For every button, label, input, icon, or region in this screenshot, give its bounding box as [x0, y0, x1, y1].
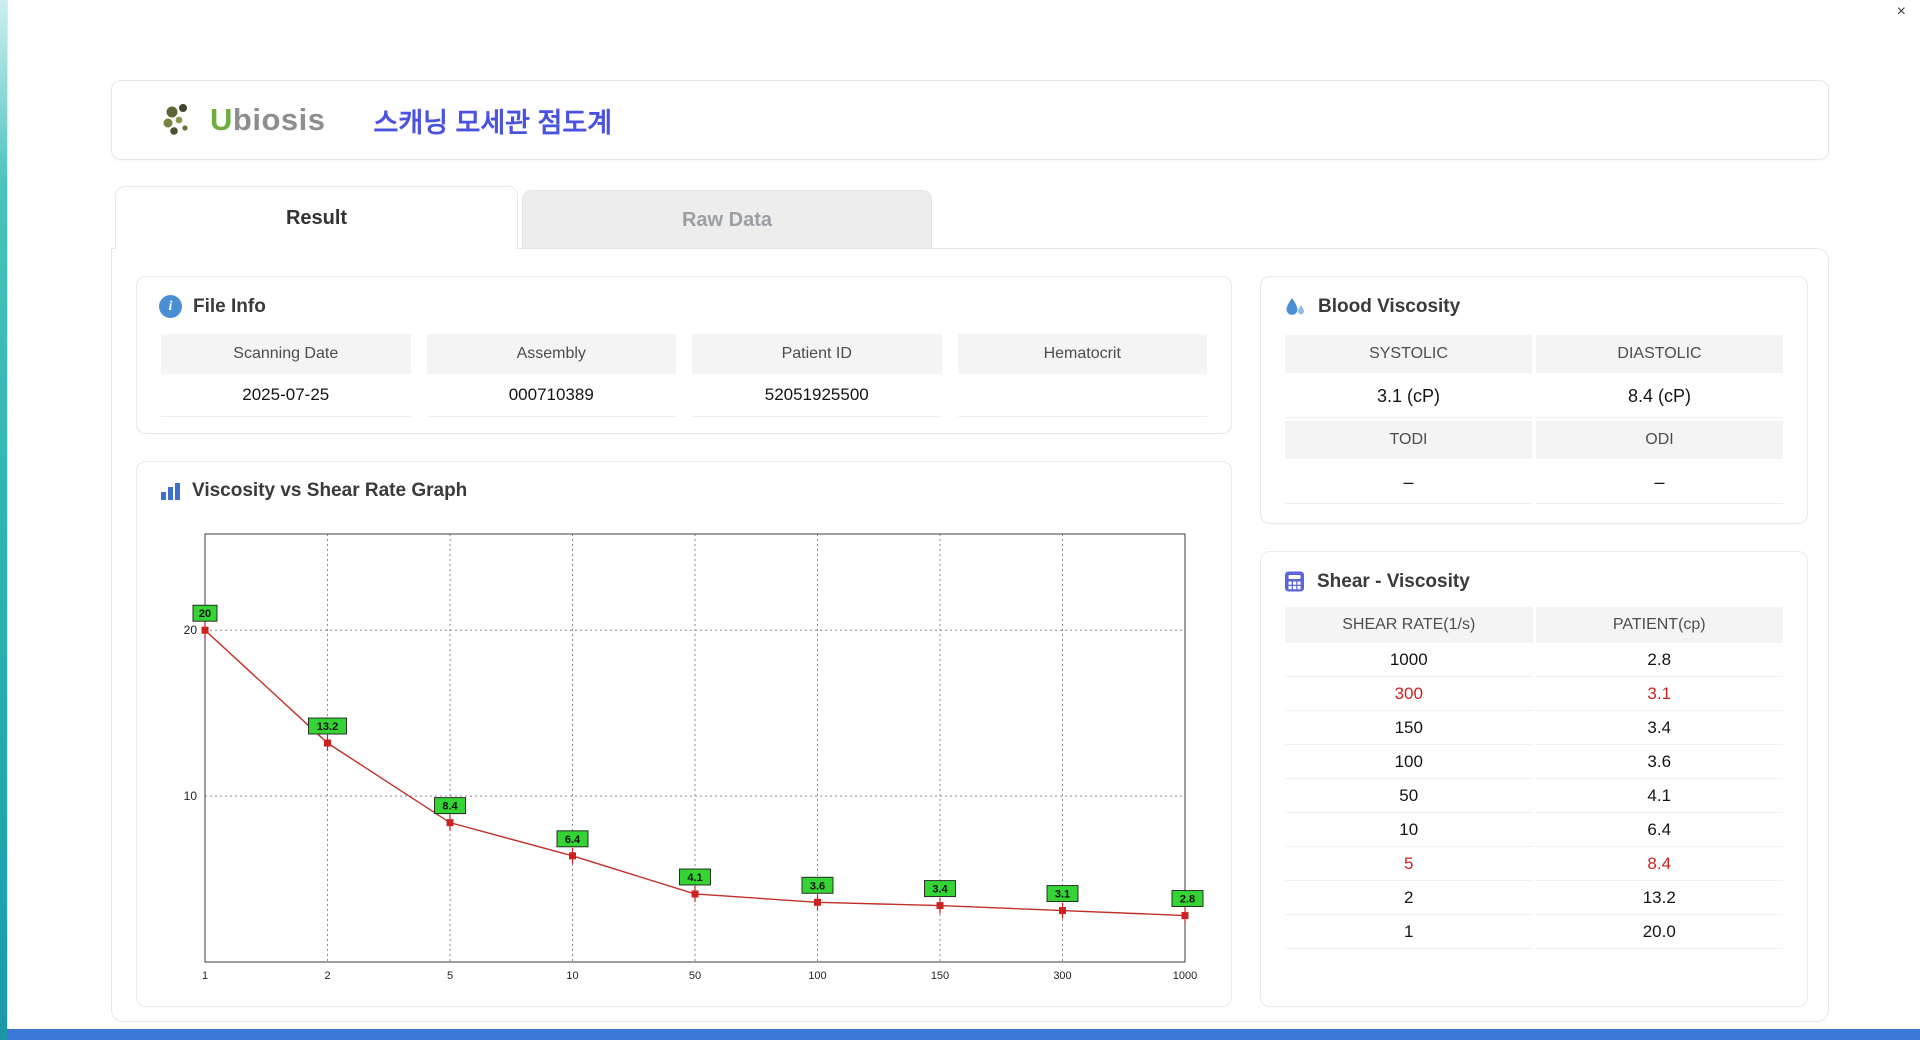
shear-rate-cell: 10 — [1285, 813, 1533, 847]
patient-cell: 4.1 — [1535, 779, 1783, 813]
svg-text:4.1: 4.1 — [687, 872, 702, 884]
svg-text:10: 10 — [566, 970, 578, 982]
bar-chart-icon — [159, 480, 181, 502]
diastolic-value: 8.4 (cP) — [1536, 376, 1783, 418]
file-info-table: Scanning Date Assembly Patient ID Hemato… — [137, 318, 1231, 417]
viscosity-chart: 10 20 1 2 5 10 50 100 150 300 1000 20 13.2 8.4 6.4 4.1 3… — [165, 520, 1205, 992]
svg-text:2.8: 2.8 — [1180, 894, 1195, 906]
screen-edge-left — [0, 0, 7, 1040]
odi-value: – — [1536, 462, 1783, 504]
shear-rate-cell: 150 — [1285, 711, 1533, 745]
shear-rate-cell: 2 — [1285, 881, 1533, 915]
svg-text:3.6: 3.6 — [810, 880, 825, 892]
patient-cell: 8.4 — [1535, 847, 1783, 881]
droplets-icon — [1283, 295, 1307, 319]
svg-text:10: 10 — [184, 789, 198, 803]
file-info-header: Patient ID — [692, 334, 942, 374]
header: Ubiosis 스캐닝 모세관 점도계 — [111, 80, 1829, 160]
logo: Ubiosis — [160, 100, 325, 140]
blood-viscosity-panel: Blood Viscosity SYSTOLIC DIASTOLIC 3.1 (… — [1260, 276, 1808, 524]
svg-text:100: 100 — [808, 970, 826, 982]
diastolic-header: DIASTOLIC — [1536, 335, 1783, 373]
page-title: 스캐닝 모세관 점도계 — [373, 107, 613, 138]
graph-panel: Viscosity vs Shear Rate Graph 10 20 1 2 5 10 5… — [136, 461, 1232, 1007]
assembly-value: 000710389 — [426, 374, 676, 417]
shear-rate-column-header: SHEAR RATE(1/s) — [1285, 607, 1533, 643]
patient-cell: 20.0 — [1535, 915, 1783, 949]
blood-viscosity-table: SYSTOLIC DIASTOLIC 3.1 (cP) 8.4 (cP) TOD… — [1261, 319, 1807, 504]
shear-viscosity-table: SHEAR RATE(1/s) PATIENT(cp) 1000 2.8 300… — [1261, 593, 1807, 949]
svg-text:3.4: 3.4 — [932, 884, 948, 896]
svg-text:20: 20 — [184, 623, 198, 637]
shear-rate-cell: 100 — [1285, 745, 1533, 779]
content-card: i File Info Scanning Date Assembly Patie… — [111, 248, 1829, 1022]
file-info-header: Scanning Date — [161, 334, 411, 374]
calculator-grid-icon — [1283, 570, 1306, 593]
shear-rate-cell: 300 — [1285, 677, 1533, 711]
patient-cell: 3.4 — [1535, 711, 1783, 745]
patient-cell: 6.4 — [1535, 813, 1783, 847]
graph-title-row: Viscosity vs Shear Rate Graph — [137, 462, 1231, 502]
file-info-panel: i File Info Scanning Date Assembly Patie… — [136, 276, 1232, 434]
screen-edge-bottom — [0, 1029, 1920, 1040]
svg-text:2: 2 — [324, 970, 330, 982]
blood-viscosity-title-row: Blood Viscosity — [1261, 277, 1807, 319]
odi-header: ODI — [1536, 421, 1783, 459]
todi-header: TODI — [1285, 421, 1532, 459]
shear-viscosity-panel: Shear - Viscosity SHEAR RATE(1/s) PATIEN… — [1260, 551, 1808, 1007]
file-info-title: File Info — [193, 295, 266, 317]
logo-text-rest: biosis — [232, 102, 326, 137]
shear-viscosity-title-row: Shear - Viscosity — [1261, 552, 1807, 593]
blood-viscosity-title: Blood Viscosity — [1318, 296, 1461, 317]
patient-id-value: 52051925500 — [692, 374, 942, 417]
svg-text:13.2: 13.2 — [317, 721, 338, 733]
systolic-value: 3.1 (cP) — [1285, 376, 1532, 418]
patient-cell: 13.2 — [1535, 881, 1783, 915]
file-info-title-row: i File Info — [137, 277, 1231, 318]
shear-rate-cell: 5 — [1285, 847, 1533, 881]
app-window: × Ubiosis 스캐닝 모세관 점도계 Result Raw Data i … — [7, 0, 1920, 1029]
systolic-header: SYSTOLIC — [1285, 335, 1532, 373]
svg-text:5: 5 — [447, 970, 453, 982]
svg-text:6.4: 6.4 — [565, 834, 581, 846]
logo-text: Ubiosis — [210, 102, 325, 138]
shear-rate-cell: 1 — [1285, 915, 1533, 949]
logo-dots-icon — [160, 100, 204, 140]
patient-column-header: PATIENT(cp) — [1535, 607, 1783, 643]
logo-text-accent: U — [210, 102, 233, 137]
close-icon[interactable]: × — [1897, 3, 1906, 21]
shear-rate-cell: 1000 — [1285, 643, 1533, 677]
patient-cell: 3.6 — [1535, 745, 1783, 779]
info-icon: i — [159, 295, 182, 318]
svg-text:300: 300 — [1053, 970, 1071, 982]
tab-result[interactable]: Result — [115, 186, 518, 249]
svg-text:3.1: 3.1 — [1055, 889, 1070, 901]
svg-text:50: 50 — [689, 970, 701, 982]
viscosity-chart-svg: 10 20 1 2 5 10 50 100 150 300 1000 20 13.2 8.4 6.4 4.1 3… — [184, 533, 1204, 982]
patient-cell: 3.1 — [1535, 677, 1783, 711]
shear-rate-cell: 50 — [1285, 779, 1533, 813]
svg-text:20: 20 — [199, 608, 211, 620]
svg-text:150: 150 — [931, 970, 949, 982]
svg-text:1: 1 — [202, 970, 208, 982]
todi-value: – — [1285, 462, 1532, 504]
patient-cell: 2.8 — [1535, 643, 1783, 677]
file-info-header: Assembly — [426, 334, 676, 374]
file-info-header: Hematocrit — [957, 334, 1207, 374]
svg-text:1000: 1000 — [1173, 970, 1197, 982]
svg-text:8.4: 8.4 — [442, 801, 458, 813]
graph-title: Viscosity vs Shear Rate Graph — [192, 480, 468, 501]
tab-raw-data[interactable]: Raw Data — [522, 190, 932, 249]
scanning-date-value: 2025-07-25 — [161, 374, 411, 417]
shear-viscosity-title: Shear - Viscosity — [1317, 570, 1470, 592]
hematocrit-value — [957, 374, 1207, 417]
